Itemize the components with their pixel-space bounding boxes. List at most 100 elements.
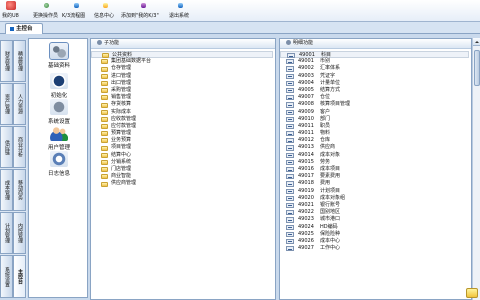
subfunction-item[interactable]: 应收款管理 (91, 116, 275, 123)
detail-code: 49013 (298, 144, 314, 151)
vtab-lean[interactable]: 精益管理 (13, 40, 26, 82)
vtab-cost[interactable]: 成本管理 (0, 169, 13, 211)
module-label: 初始化 (50, 93, 68, 99)
subfunction-item[interactable]: 存货核算 (91, 101, 275, 108)
detail-item[interactable]: 49013 供应商 (280, 144, 471, 151)
users-icon (50, 125, 68, 141)
subfunction-item[interactable]: 出口管理 (91, 80, 275, 87)
vtab-system-settings[interactable]: 系统设置 (0, 255, 13, 298)
subfunction-item[interactable]: 结算中心 (91, 152, 275, 159)
module-basic-data[interactable]: 基础资料 (29, 42, 89, 69)
exit-system-button[interactable]: 退出系统 (169, 1, 191, 21)
subfunction-item[interactable]: 项目管理 (91, 144, 275, 151)
detail-name: 成本对象组 (320, 194, 346, 201)
vtab-bi[interactable]: 商业分析 (13, 126, 26, 168)
vtab-mobile[interactable]: 移动商务 (13, 169, 26, 211)
detail-item[interactable]: 49015 劳务 (280, 159, 471, 166)
detail-item[interactable]: 49007 仓位 (280, 94, 471, 101)
module-log-info[interactable]: 日志信息 (29, 151, 89, 177)
tab-main-console[interactable]: 主控台 (5, 23, 43, 34)
log-icon (50, 151, 68, 167)
detail-item[interactable]: 49017 要素费用 (280, 173, 471, 180)
subfunction-label: 应付款管理 (111, 122, 137, 129)
detail-item[interactable]: 49027 工作中心 (280, 245, 471, 252)
detail-item[interactable]: 49003 凭证字 (280, 73, 471, 80)
detail-code: 49023 (298, 216, 314, 223)
change-operator-button[interactable]: 更换操作员 (33, 1, 59, 21)
detail-name: 要素费用 (320, 173, 341, 180)
detail-item[interactable]: 49005 结算方式 (280, 87, 471, 94)
detail-item[interactable]: 49024 HD编码 (280, 224, 471, 231)
scroll-up-icon[interactable] (473, 38, 480, 46)
detail-name: 仓位 (320, 94, 331, 101)
detail-name: 国别地区 (320, 209, 341, 216)
subfunction-item[interactable]: 进口管理 (91, 73, 275, 80)
vtab-planning[interactable]: 计划管理 (0, 212, 13, 254)
subfunction-item[interactable]: 实际成本 (91, 109, 275, 116)
subfunction-item[interactable]: 应付款管理 (91, 123, 275, 130)
detail-item[interactable]: 49011 物料 (280, 130, 471, 137)
detail-item[interactable]: 49023 城市港口 (280, 216, 471, 223)
scroll-thumb[interactable] (474, 50, 480, 86)
flowchart-button[interactable]: K/3流程图 (62, 1, 90, 21)
vtab-hr[interactable]: 人力资源 (13, 83, 26, 125)
detail-item[interactable]: 49025 保险险种 (280, 231, 471, 238)
detail-name: 核算项目管理 (320, 101, 351, 108)
detail-item[interactable]: 49020 成本对象组 (280, 195, 471, 202)
add-favorite-icon (141, 3, 146, 8)
home-icon (6, 1, 16, 10)
detail-item[interactable]: 49011 职员 (280, 123, 471, 130)
detail-name: 部门 (320, 115, 331, 122)
tab-bar: 主控台 (0, 22, 480, 34)
add-to-my-k3-button[interactable]: 添加到"我的K/3" (121, 1, 165, 21)
folder-icon (101, 116, 108, 122)
subfunction-item[interactable]: 仓存管理 (91, 65, 275, 72)
detail-item[interactable]: 49001 科目 (280, 51, 469, 59)
detail-item[interactable]: 49002 汇率体系 (280, 65, 471, 72)
function-icon (286, 131, 294, 137)
folder-icon (101, 80, 108, 86)
detail-item[interactable]: 49009 客户 (280, 109, 471, 116)
vtab-internal-control[interactable]: 内控管理 (13, 212, 26, 254)
detail-item[interactable]: 49012 仓库 (280, 137, 471, 144)
subfunction-label: 应收款管理 (111, 115, 137, 122)
detail-item[interactable]: 49026 成本中心 (280, 238, 471, 245)
subfunction-item[interactable]: 供应商管理 (91, 180, 275, 187)
detail-name: 汇率体系 (320, 65, 341, 72)
detail-item[interactable]: 49022 国别地区 (280, 209, 471, 216)
detail-item[interactable]: 49001 币别 (280, 58, 471, 65)
detail-code: 49020 (298, 194, 314, 201)
module-user-management[interactable]: 用户管理 (29, 125, 89, 151)
module-initialization[interactable]: 初始化 (29, 73, 89, 99)
vtab-supply-chain[interactable]: 供应链 (0, 126, 13, 168)
detail-item[interactable]: 49010 部门 (280, 116, 471, 123)
detail-item[interactable]: 49019 计划项目 (280, 188, 471, 195)
info-center-button[interactable]: 信息中心 (94, 1, 116, 21)
function-icon (286, 123, 294, 130)
detail-code: 49025 (298, 230, 314, 237)
detail-name: 成本对象 (320, 151, 341, 158)
subfunction-panel-title: 子功能 (104, 40, 120, 46)
vtab-main-console[interactable]: 主控台 (13, 255, 26, 298)
detail-item[interactable]: 49008 核算项目管理 (280, 101, 471, 108)
detail-item[interactable]: 49016 成本项目 (280, 166, 471, 173)
info-center-label: 信息中心 (94, 13, 115, 19)
detail-item[interactable]: 49014 成本对象 (280, 152, 471, 159)
detail-item[interactable]: 49018 费用 (280, 180, 471, 187)
folder-icon (101, 73, 108, 79)
detail-code: 49011 (298, 122, 314, 129)
my-u8-button[interactable]: 我的U8 (2, 1, 20, 21)
notification-icon[interactable] (466, 288, 478, 298)
subfunction-item[interactable]: 分销系统 (91, 159, 275, 166)
folder-icon (101, 109, 108, 115)
detail-item[interactable]: 49021 银行账号 (280, 202, 471, 209)
vtab-finance[interactable]: 财务管理 (0, 40, 13, 82)
detail-name: HD编码 (320, 223, 338, 230)
detail-item[interactable]: 49004 计量单位 (280, 80, 471, 87)
detail-scrollbar[interactable] (472, 38, 480, 300)
function-icon (286, 167, 294, 173)
module-system-settings[interactable]: 系统设置 (29, 99, 89, 125)
vtab-assets[interactable]: 资产管理 (0, 83, 13, 125)
vertical-tab-column-a: 财务管理 资产管理 供应链 成本管理 计划管理 系统设置 (0, 40, 13, 298)
module-panel: 基础资料 初始化 系统设置 用户管理 日志信息 (28, 38, 88, 298)
